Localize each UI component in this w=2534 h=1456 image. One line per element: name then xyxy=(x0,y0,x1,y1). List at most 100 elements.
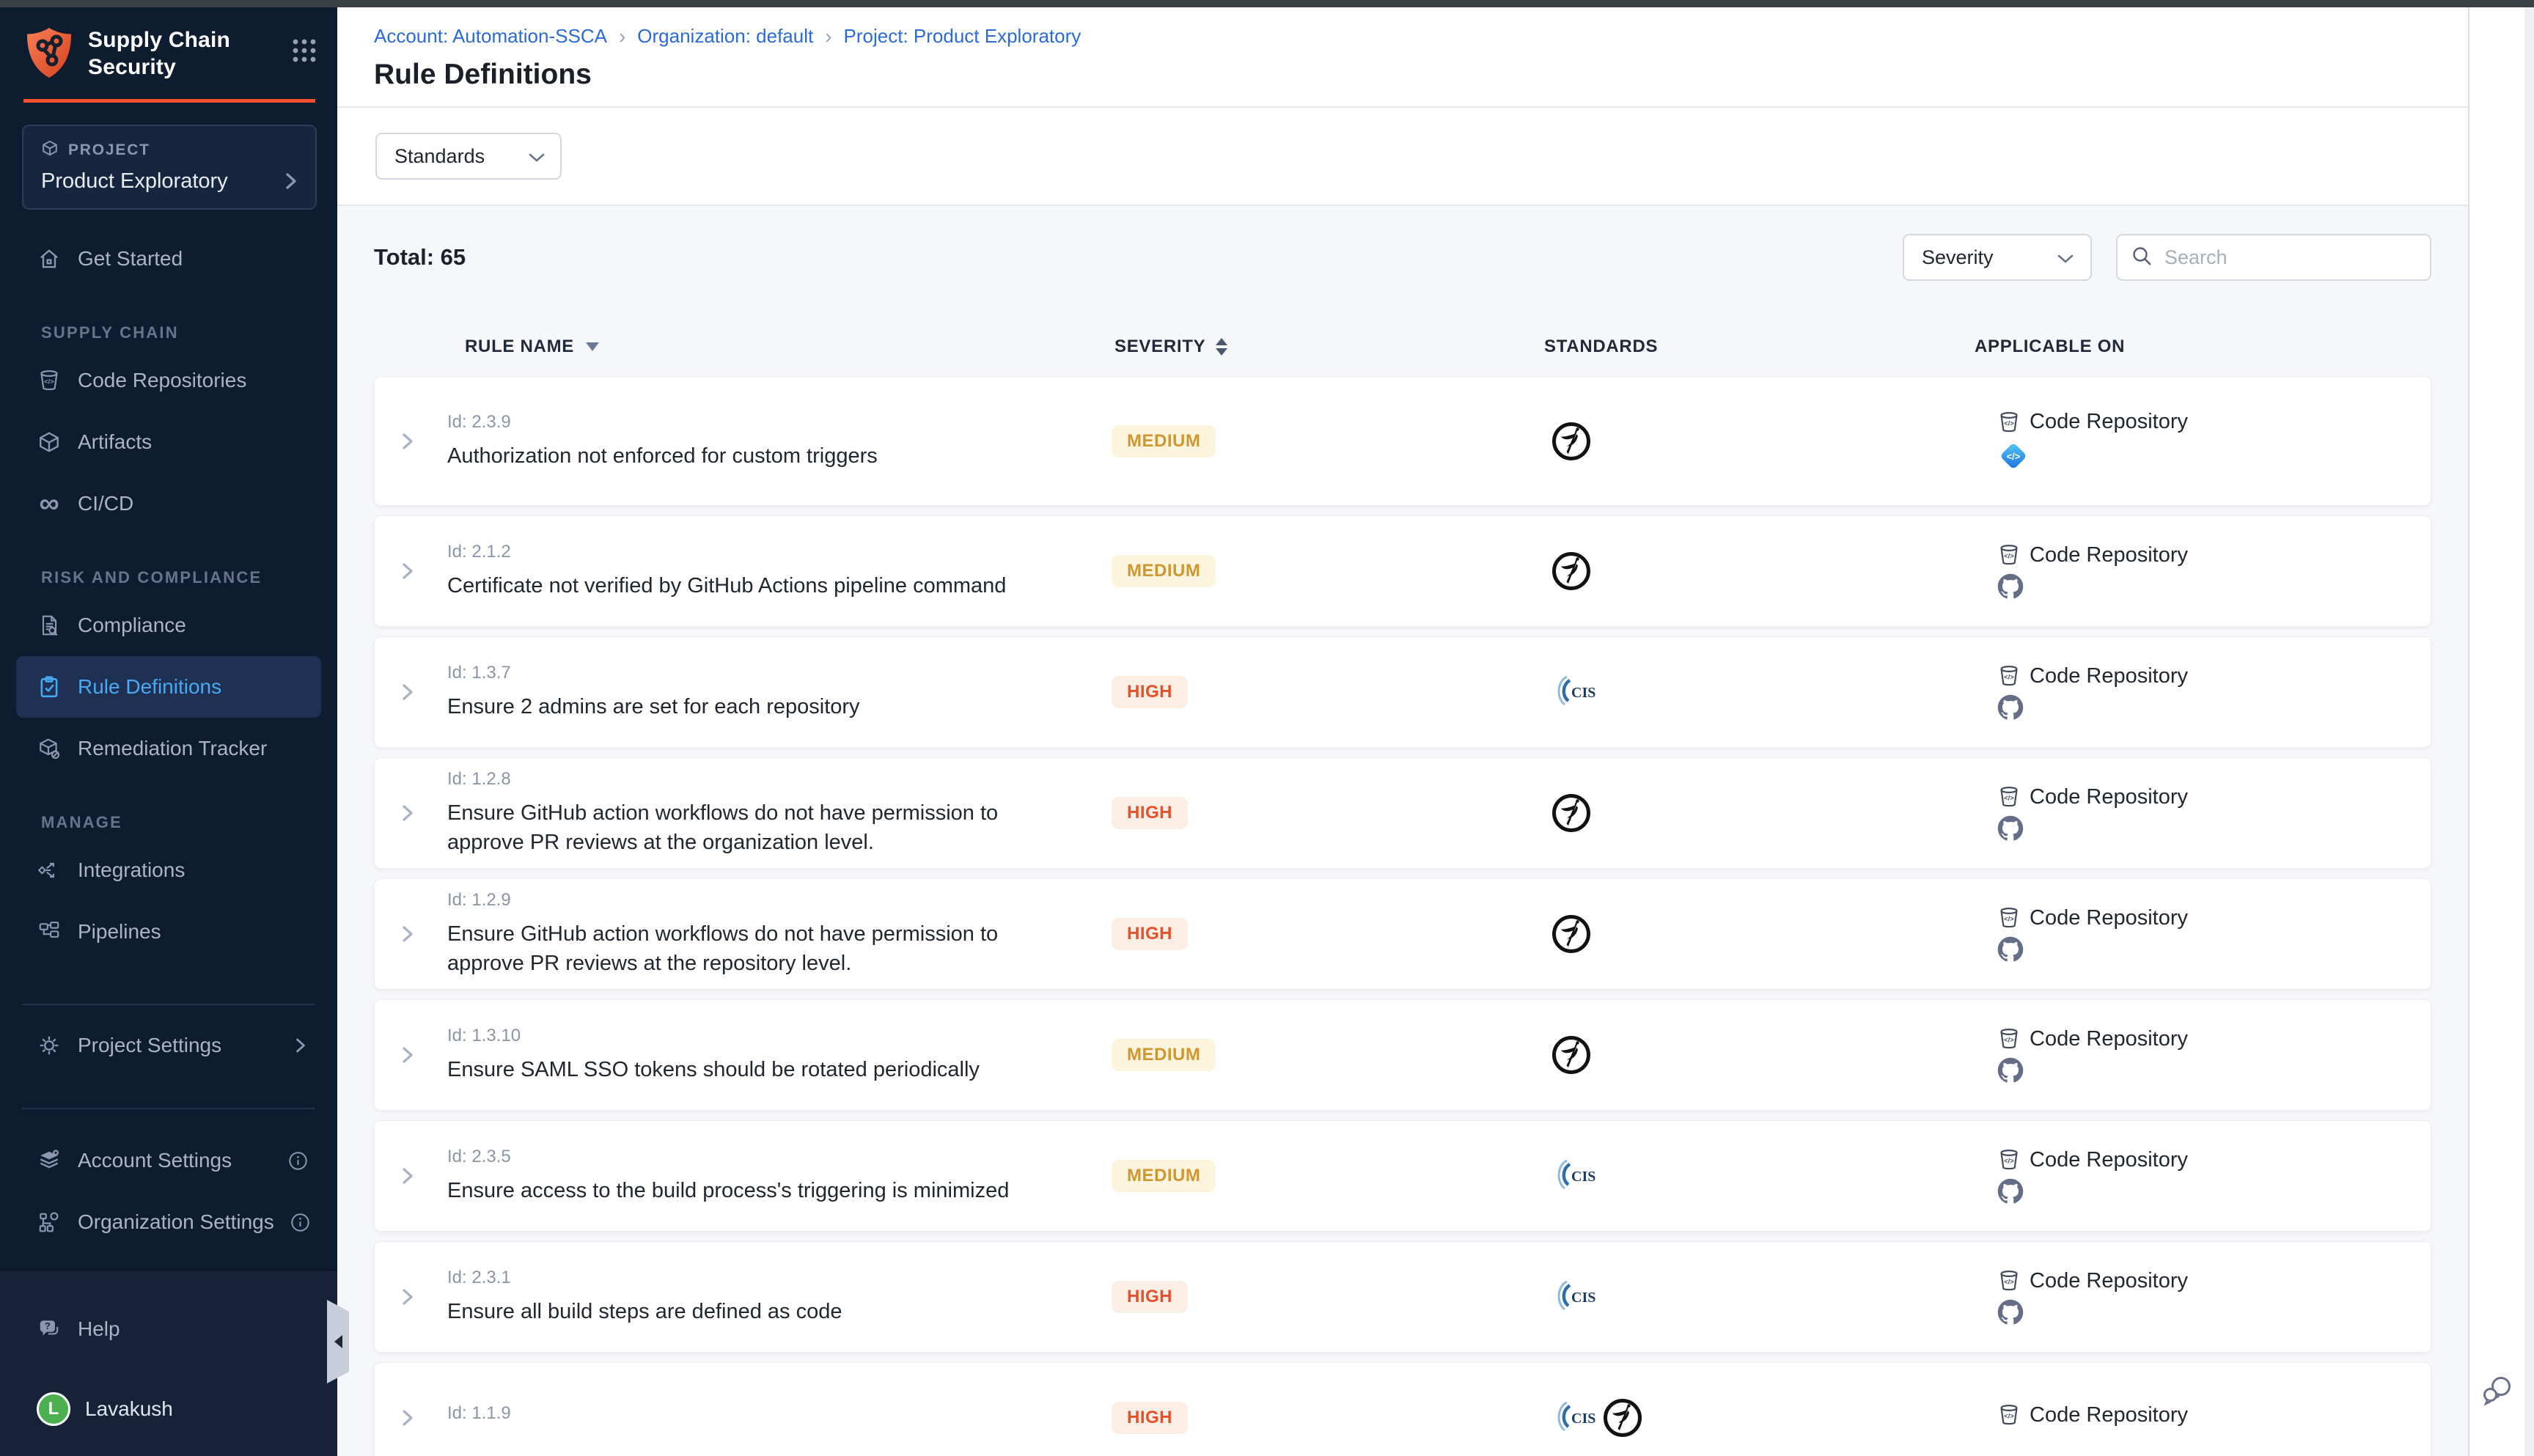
sort-descending-icon xyxy=(586,342,599,351)
standards-dropdown[interactable]: Standards xyxy=(375,133,562,180)
table-row[interactable]: Id: 2.3.1 Ensure all build steps are def… xyxy=(374,1241,2431,1353)
sidebar-item-pipelines[interactable]: Pipelines xyxy=(0,901,337,963)
rule-id: Id: 2.1.2 xyxy=(447,542,1094,562)
search-input[interactable] xyxy=(2163,246,2417,270)
svg-text:</>: </> xyxy=(2004,1279,2014,1287)
rule-id: Id: 2.3.5 xyxy=(447,1147,1094,1167)
user-menu[interactable]: L Lavakush xyxy=(0,1392,337,1426)
infinity-icon: ∞ xyxy=(37,491,62,516)
code-repository-icon: </> xyxy=(1997,543,2021,567)
sidebar-item-get-started[interactable]: Get Started xyxy=(0,228,337,290)
scrollbar-track[interactable] xyxy=(2525,7,2534,1456)
severity-filter-value: Severity xyxy=(1922,246,1994,269)
supply-chain-security-logo-icon xyxy=(25,26,73,83)
breadcrumb-separator: › xyxy=(619,27,625,46)
sidebar-item-code-repositories[interactable]: </>Code Repositories xyxy=(0,350,337,411)
sidebar-item-project-settings[interactable]: Project Settings xyxy=(0,1015,337,1076)
sidebar-item-help[interactable]: ? Help xyxy=(0,1298,337,1360)
cis-standard-icon: CIS xyxy=(1551,1276,1598,1317)
severity-badge: MEDIUM xyxy=(1112,1039,1216,1071)
row-expand-chevron[interactable] xyxy=(375,801,441,826)
applicable-on-text: Code Repository xyxy=(2030,410,2188,434)
chevron-down-icon xyxy=(528,145,546,168)
svg-text:</>: </> xyxy=(2004,916,2014,924)
layers-gear-icon xyxy=(37,1148,62,1173)
svg-text:CIS: CIS xyxy=(1571,1411,1595,1427)
sidebar-item-ci-cd[interactable]: ∞CI/CD xyxy=(0,473,337,534)
rule-id: Id: 1.2.8 xyxy=(447,769,1094,790)
row-expand-chevron[interactable] xyxy=(375,922,441,946)
column-header-rule-name[interactable]: RULE NAME xyxy=(440,337,1111,357)
standards-icons: CIS xyxy=(1545,1155,1975,1196)
sidebar-item-remediation-tracker[interactable]: Remediation Tracker xyxy=(0,718,337,779)
severity-filter-dropdown[interactable]: Severity xyxy=(1903,234,2092,281)
row-expand-chevron[interactable] xyxy=(375,559,441,584)
breadcrumb-link[interactable]: Organization: default xyxy=(637,25,813,48)
svg-text:</>: </> xyxy=(2004,795,2014,803)
support-chat-icon[interactable] xyxy=(2478,1372,2516,1413)
applicable-on-text: Code Repository xyxy=(2030,543,2188,567)
doc-search-icon xyxy=(37,613,62,638)
code-repository-icon: </> xyxy=(1997,664,2021,688)
project-name: Product Exploratory xyxy=(41,169,228,194)
rule-name: Authorization not enforced for custom tr… xyxy=(447,441,1078,471)
standards-icons: CIS xyxy=(1545,672,1975,713)
provider-icons xyxy=(1997,1299,2024,1326)
info-icon[interactable] xyxy=(290,1213,310,1232)
sidebar-item-artifacts[interactable]: Artifacts xyxy=(0,411,337,473)
sidebar-collapse-handle[interactable] xyxy=(327,1300,349,1383)
code-repository-icon: </> xyxy=(1997,1027,2021,1051)
rule-id: Id: 1.2.9 xyxy=(447,890,1094,911)
sidebar-item-organization-settings[interactable]: Organization Settings xyxy=(0,1191,337,1253)
svg-text:CIS: CIS xyxy=(1571,1290,1595,1306)
table-row[interactable]: Id: 1.2.8 Ensure GitHub action workflows… xyxy=(374,757,2431,869)
sidebar-item-integrations[interactable]: Integrations xyxy=(0,839,337,901)
table-row[interactable]: Id: 2.1.2 Certificate not verified by Gi… xyxy=(374,515,2431,627)
table-row[interactable]: Id: 1.1.9 HIGH CIS </> C xyxy=(374,1362,2431,1456)
sidebar-item-account-settings[interactable]: Account Settings xyxy=(0,1130,337,1191)
code-repository-icon: </> xyxy=(1997,785,2021,809)
svg-text:CIS: CIS xyxy=(1571,1169,1595,1185)
pipelines-icon xyxy=(37,919,62,944)
rule-name: Ensure GitHub action workflows do not ha… xyxy=(447,919,1078,978)
app-grid-icon[interactable] xyxy=(292,38,317,67)
owasp-standard-icon xyxy=(1551,1035,1591,1075)
sidebar-item-label: Get Started xyxy=(78,247,183,271)
table-row[interactable]: Id: 1.2.9 Ensure GitHub action workflows… xyxy=(374,878,2431,990)
row-expand-chevron[interactable] xyxy=(375,1405,441,1430)
sidebar-item-label: Rule Definitions xyxy=(78,675,221,699)
org-chart-gear-icon xyxy=(37,1210,62,1235)
code-repository-icon: </> xyxy=(1997,411,2021,434)
severity-badge: MEDIUM xyxy=(1112,425,1216,457)
sidebar-item-label: Account Settings xyxy=(78,1149,232,1172)
sidebar-item-compliance[interactable]: Compliance xyxy=(0,595,337,656)
rule-name: Ensure access to the build process's tri… xyxy=(447,1176,1078,1205)
table-row[interactable]: Id: 1.3.10 Ensure SAML SSO tokens should… xyxy=(374,999,2431,1111)
sidebar-item-rule-definitions[interactable]: Rule Definitions xyxy=(16,656,321,718)
harness-code-icon: </> xyxy=(1997,440,2030,472)
severity-badge: HIGH xyxy=(1112,1281,1188,1313)
row-expand-chevron[interactable] xyxy=(375,680,441,705)
row-expand-chevron[interactable] xyxy=(375,429,441,454)
github-icon xyxy=(1997,936,2024,963)
standards-icons xyxy=(1545,1035,1975,1075)
severity-badge: HIGH xyxy=(1112,676,1188,708)
page-title: Rule Definitions xyxy=(374,59,2468,91)
column-header-severity[interactable]: SEVERITY xyxy=(1111,337,1544,357)
avatar: L xyxy=(37,1392,70,1426)
table-row[interactable]: Id: 2.3.5 Ensure access to the build pro… xyxy=(374,1120,2431,1232)
breadcrumb-link[interactable]: Account: Automation-SSCA xyxy=(374,25,607,48)
sidebar-item-label: Organization Settings xyxy=(78,1210,274,1234)
row-expand-chevron[interactable] xyxy=(375,1043,441,1067)
table-row[interactable]: Id: 2.3.9 Authorization not enforced for… xyxy=(374,376,2431,506)
breadcrumb-link[interactable]: Project: Product Exploratory xyxy=(844,25,1081,48)
standards-dropdown-value: Standards xyxy=(394,145,485,168)
row-expand-chevron[interactable] xyxy=(375,1284,441,1309)
github-icon xyxy=(1997,694,2024,721)
table-row[interactable]: Id: 1.3.7 Ensure 2 admins are set for ea… xyxy=(374,636,2431,748)
sidebar-nav: Get StartedSUPPLY CHAIN </>Code Reposito… xyxy=(0,228,337,963)
row-expand-chevron[interactable] xyxy=(375,1163,441,1188)
rule-name: Ensure SAML SSO tokens should be rotated… xyxy=(447,1055,1078,1084)
info-icon[interactable] xyxy=(288,1151,308,1171)
project-selector[interactable]: PROJECT Product Exploratory xyxy=(22,125,317,210)
